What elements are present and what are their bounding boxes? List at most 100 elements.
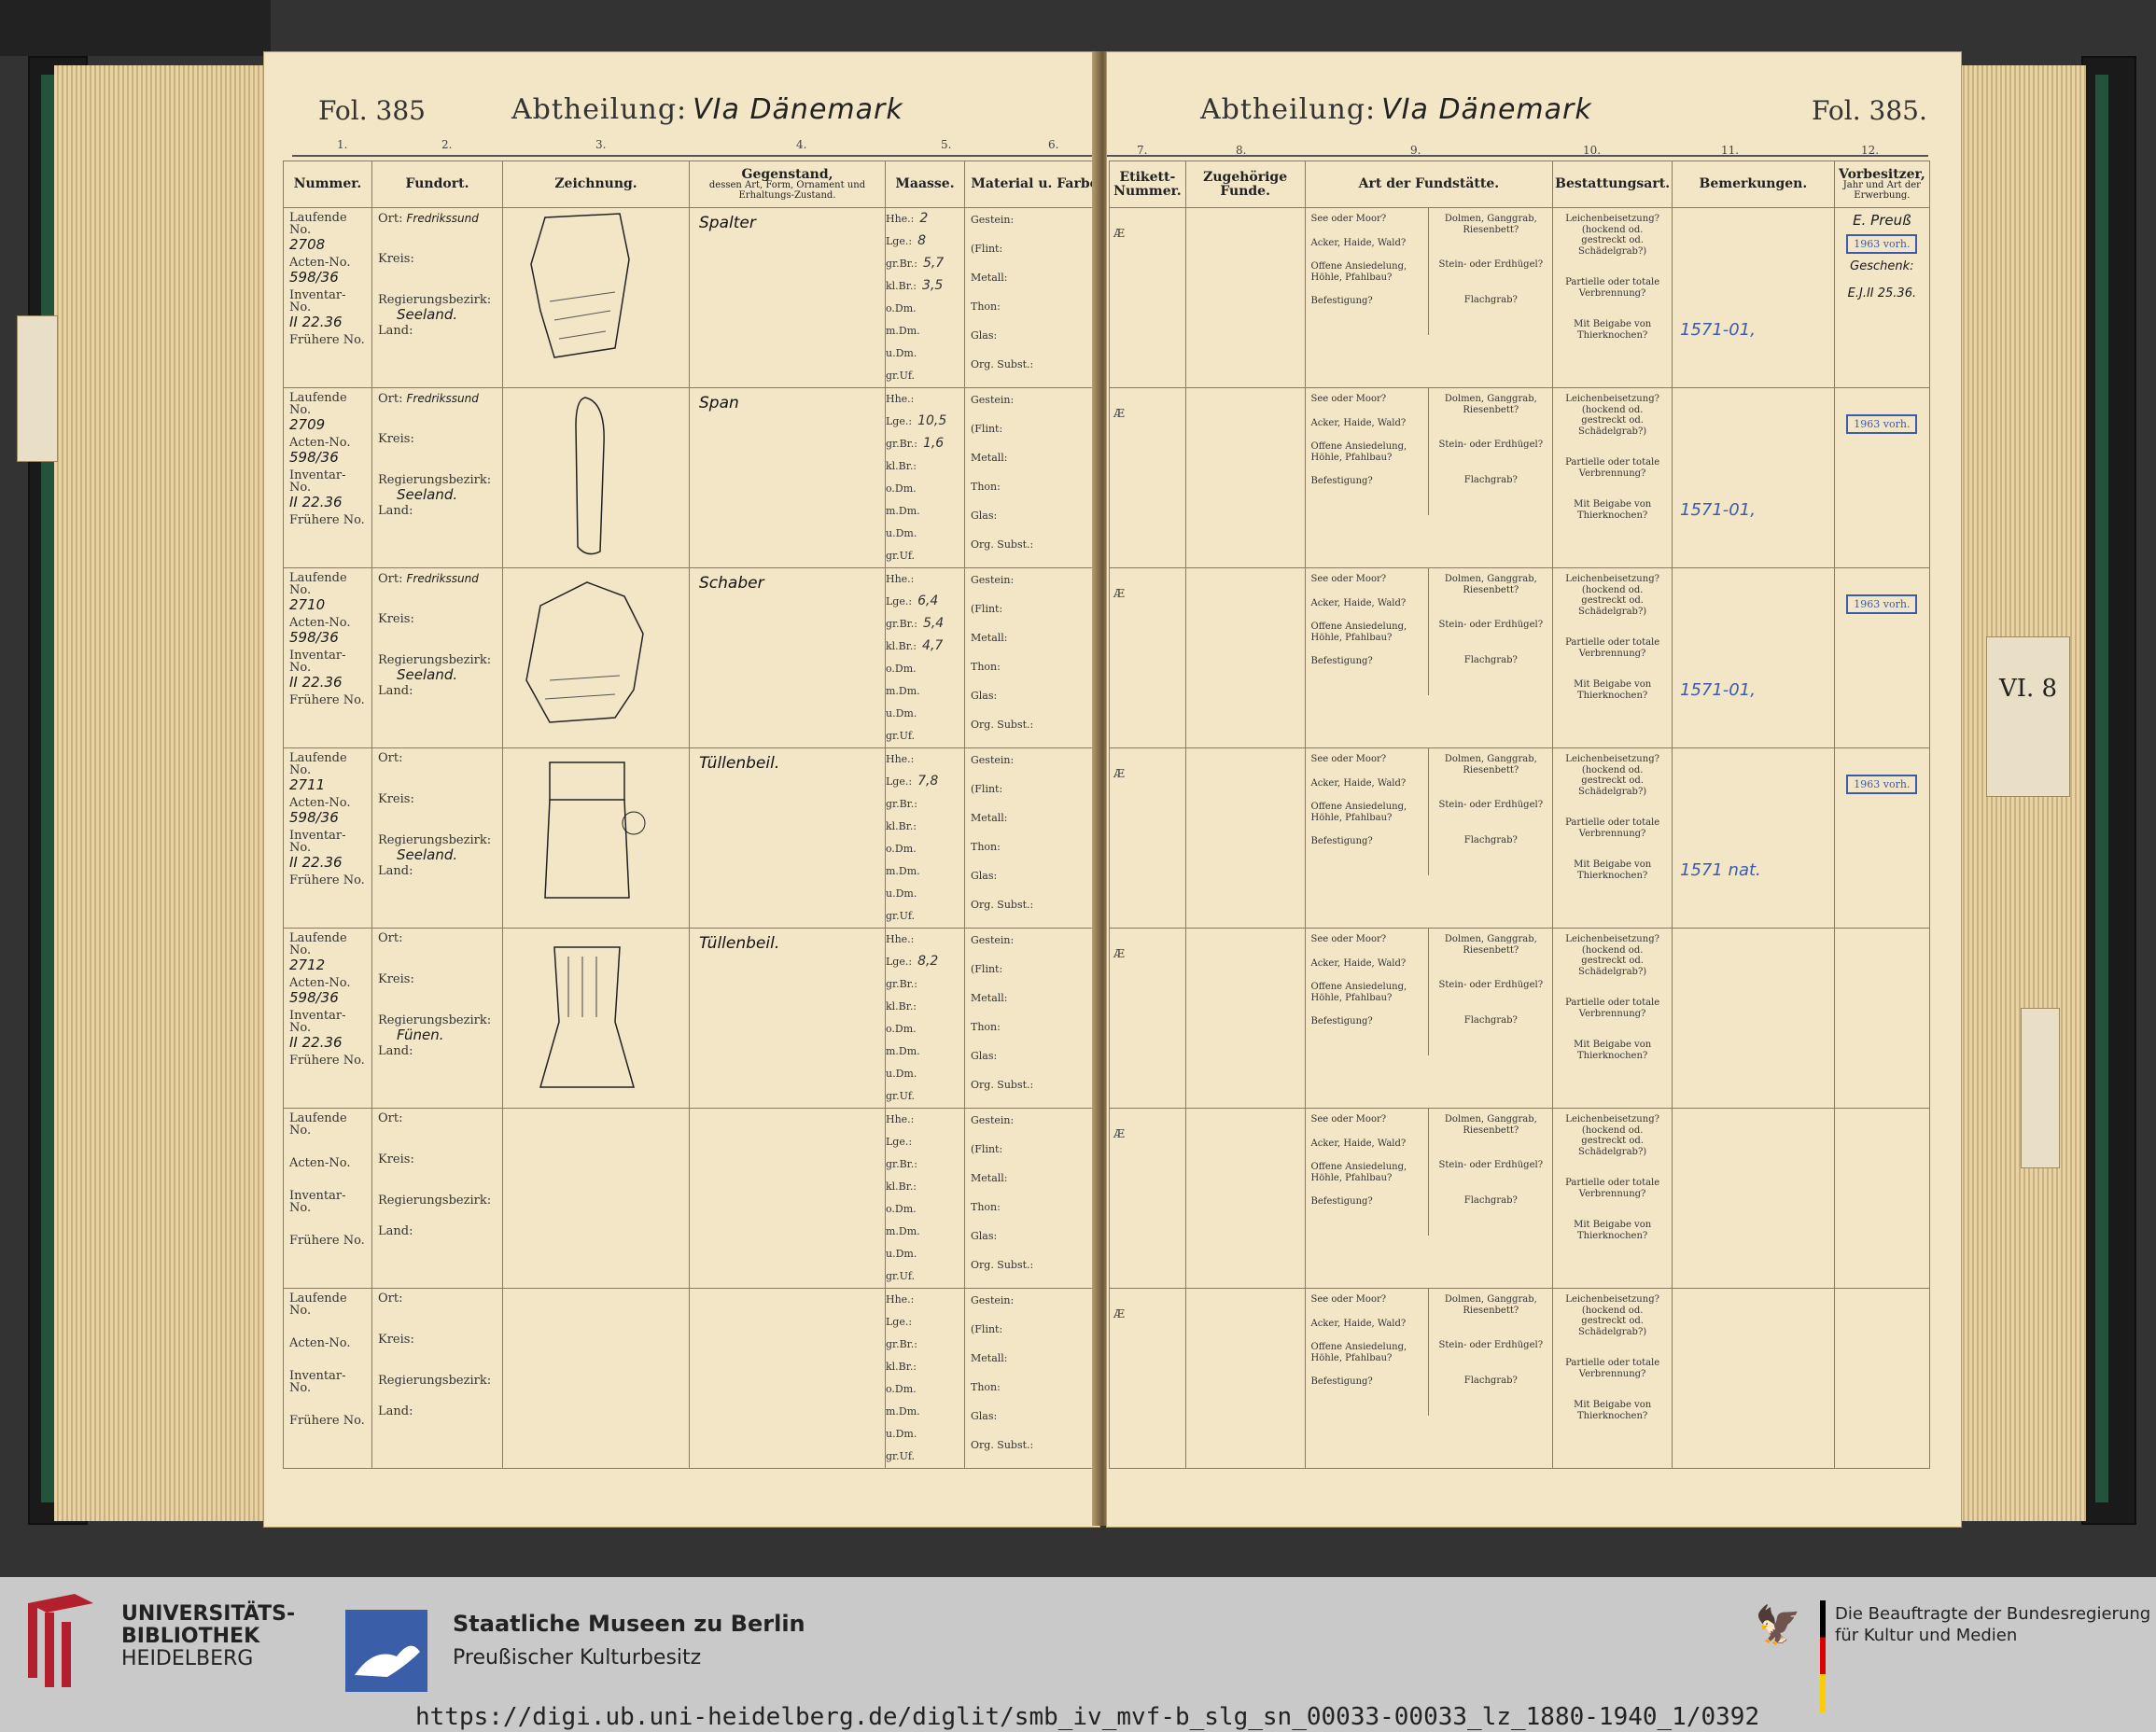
- material-cell: Gestein: (Flint: Metall: Thon: Glas: Org. Sub…: [964, 747, 1105, 929]
- colnum: 9.: [1410, 144, 1421, 157]
- maasse-cell: Hhe.: Lge.: 10,5 gr.Br.: 1,6 kl.Br.: o.Dm. m.Dm…: [885, 387, 965, 568]
- maasse-cell: Hhe.: Lge.: 7,8 gr.Br.: kl.Br.: o.Dm. m.Dm. u.D…: [885, 747, 965, 929]
- measure-label: Hhe.:: [886, 573, 915, 585]
- bestattung-question: Mit Beigabe von Thierknochen?: [1574, 1400, 1652, 1421]
- measure-label: Lge.:: [886, 415, 913, 427]
- bestattung-cell: Leichenbeisetzung? (hockend od. gestreck…: [1552, 928, 1673, 1109]
- bestattung-question: Partielle oder totale Verbrennung?: [1565, 1358, 1660, 1379]
- measure-line: gr.Uf.: [887, 725, 964, 747]
- fundstaette-question: Acker, Haide, Wald?: [1310, 1138, 1407, 1149]
- zeichnung-cell: [502, 1108, 690, 1289]
- measure-label: gr.Uf.: [886, 1090, 916, 1102]
- vorbesitzer-value: [1839, 752, 1925, 769]
- zeichnung-cell: [502, 207, 690, 388]
- header-material: Material u. Farbe: [964, 161, 1105, 208]
- value-laufende: [289, 1317, 366, 1337]
- measure-line: kl.Br.: 4,7: [887, 636, 964, 658]
- fundstaette-question: See oder Moor?: [1310, 1294, 1387, 1305]
- background: [0, 0, 271, 56]
- fundstaette-question: Befestigung?: [1310, 1376, 1373, 1387]
- measure-line: u.Dm.: [887, 342, 964, 365]
- ub-heidelberg-logo-icon: [28, 1594, 93, 1687]
- material-label: Gestein:: [971, 754, 1015, 766]
- label-laufende: Laufende No.: [289, 1292, 347, 1318]
- label-inventar: Inventar-No.: [289, 1369, 346, 1395]
- measure-value: 5,4: [922, 616, 945, 631]
- label-fruehere: Frühere No.: [289, 513, 365, 527]
- grab-question: Flachgrab?: [1463, 294, 1518, 305]
- label-inventar: Inventar-No.: [289, 1189, 346, 1215]
- bemerkungen-cell: [1672, 1108, 1835, 1289]
- measure-line: m.Dm.: [887, 680, 964, 703]
- measure-label: o.Dm.: [886, 1203, 917, 1215]
- zugehoerige-cell: [1184, 387, 1306, 568]
- fundstaette-question: Befestigung?: [1310, 656, 1373, 666]
- grab-question: Flachgrab?: [1463, 1194, 1518, 1206]
- measure-label: m.Dm.: [886, 325, 920, 337]
- header-fundort: Fundort.: [371, 161, 503, 208]
- ub-line: UNIVERSITÄTS-: [121, 1602, 296, 1626]
- vorbesitzer-value: [1839, 932, 1925, 949]
- measure-label: kl.Br.:: [886, 1180, 917, 1193]
- fundstaette-question: Offene Ansiedelung, Höhle, Pfahlbau?: [1310, 441, 1407, 463]
- bestattung-question: Partielle oder totale Verbrennung?: [1565, 998, 1660, 1019]
- smb-subtitle: Preußischer Kulturbesitz: [453, 1646, 702, 1669]
- measure-label: u.Dm.: [886, 1248, 917, 1260]
- artifact-drawing: [544, 761, 646, 899]
- measure-label: o.Dm.: [886, 843, 917, 855]
- bestattung-question: Mit Beigabe von Thierknochen?: [1574, 499, 1652, 521]
- measure-label: Hhe.:: [886, 393, 915, 405]
- zugehoerige-cell: [1184, 567, 1306, 748]
- fundstaette-question: Befestigung?: [1310, 476, 1373, 486]
- zeichnung-cell: [502, 928, 690, 1109]
- ledger-row: Æ See oder Moor? Acker, Haide, Wald? Offene…: [1109, 1108, 1931, 1289]
- label-fruehere: Frühere No.: [289, 1234, 365, 1248]
- measure-label: kl.Br.:: [886, 820, 917, 832]
- measure-line: Lge.:: [887, 1311, 964, 1334]
- material-label: Org. Subst.:: [971, 899, 1034, 911]
- material-label: (Flint:: [971, 603, 1003, 615]
- header-maasse: Maasse.: [885, 161, 965, 208]
- gegenstand-cell: Tüllenbeil.: [689, 747, 886, 929]
- bestattung-cell: Leichenbeisetzung? (hockend od. gestreck…: [1552, 567, 1673, 748]
- etikett-mark: Æ: [1113, 227, 1126, 240]
- grab-question: Dolmen, Ganggrab, Riesenbett?: [1444, 934, 1537, 956]
- colnum: 10.: [1583, 144, 1602, 157]
- fundstaette-cell: See oder Moor? Acker, Haide, Wald? Offene …: [1304, 567, 1554, 748]
- label-land: Land:: [378, 1224, 413, 1238]
- label-fruehere: Frühere No.: [289, 1414, 365, 1428]
- label-regbez: Regierungsbezirk:: [378, 653, 492, 667]
- material-label: Metall:: [971, 1172, 1008, 1184]
- measure-label: kl.Br.:: [886, 1000, 917, 1013]
- bkm-line: Die Beauftragte der Bundesregierung: [1835, 1604, 2151, 1624]
- measure-line: gr.Uf.: [887, 1265, 964, 1288]
- fundstaette-question: See oder Moor?: [1310, 934, 1387, 944]
- measure-label: gr.Uf.: [886, 1450, 916, 1462]
- ledger-row: Æ See oder Moor? Acker, Haide, Wald? Offene…: [1109, 1288, 1931, 1469]
- permalink-url[interactable]: https://digi.ub.uni-heidelberg.de/diglit…: [415, 1703, 1759, 1731]
- fundort-cell: Ort: Fredrikssund Kreis: Regierungsbezirk: S…: [371, 207, 503, 388]
- material-label: Glas:: [971, 870, 998, 882]
- measure-label: o.Dm.: [886, 482, 917, 495]
- grab-question: Flachgrab?: [1463, 1014, 1518, 1026]
- header-rule: [1107, 155, 1928, 157]
- grab-question: Flachgrab?: [1463, 654, 1518, 665]
- measure-line: gr.Uf.: [886, 1446, 964, 1468]
- ledger-row: Laufende No. 2712 Acten-No. 598/36 Inventar-…: [283, 928, 1105, 1109]
- bestattung-question: Leichenbeisetzung? (hockend od. gestreck…: [1565, 394, 1659, 437]
- ub-line: BIBLIOTHEK: [121, 1625, 260, 1649]
- measure-label: gr.Br.:: [886, 978, 917, 990]
- object-name: Schaber: [699, 574, 764, 593]
- vorbesitzer-cell: E. Preuß 1963 vorh. Geschenk: E.J.II 25.36.: [1833, 207, 1931, 388]
- measure-line: m.Dm.: [887, 500, 964, 523]
- label-land: Land:: [378, 1404, 413, 1418]
- measure-label: gr.Uf.: [886, 550, 916, 562]
- fundort-cell: Ort: Kreis: Regierungsbezirk: Land:: [371, 1108, 503, 1289]
- nummer-cell: Laufende No. 2709 Acten-No. 598/36 Inventar-…: [283, 387, 372, 568]
- fundort-cell: Ort: Fredrikssund Kreis: Regierungsbezirk: S…: [371, 387, 503, 568]
- label-acten: Acten-No.: [289, 796, 351, 810]
- material-label: Glas:: [971, 329, 998, 342]
- measure-label: gr.Br.:: [886, 1158, 917, 1170]
- measure-label: gr.Br.:: [886, 258, 917, 270]
- value-acten: 598/36: [289, 269, 339, 286]
